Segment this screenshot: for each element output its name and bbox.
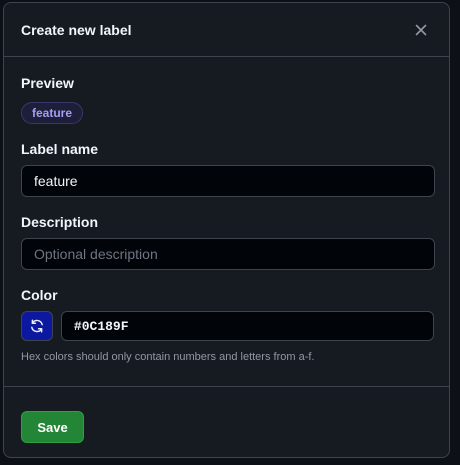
create-label-dialog: Create new label Preview feature Label n… [3,2,450,458]
color-hint: Hex colors should only contain numbers a… [21,351,315,363]
preview-heading: Preview [21,75,74,91]
label-preview-badge: feature [21,102,84,124]
dialog-header: Create new label [4,3,449,57]
description-heading: Description [21,214,99,230]
dialog-title: Create new label [21,21,132,38]
randomize-color-button[interactable] [21,311,53,341]
color-row [21,311,434,341]
label-name-heading: Label name [21,141,99,157]
description-section: Description [21,214,435,270]
color-hex-input[interactable] [60,311,434,341]
save-button[interactable]: Save [21,411,84,443]
label-name-section: Label name [21,141,435,197]
close-icon [415,24,427,35]
dialog-body: Preview feature Label name Description C… [4,57,449,363]
close-button[interactable] [409,18,433,42]
color-heading: Color [21,287,58,303]
color-section: Color Hex colors should only contain num… [21,287,434,363]
label-name-input[interactable] [21,165,435,197]
description-input[interactable] [21,238,435,270]
dialog-footer: Save [4,386,449,457]
preview-section: Preview feature [21,75,434,124]
page: Create new label Preview feature Label n… [0,0,460,465]
sync-icon [31,319,43,333]
